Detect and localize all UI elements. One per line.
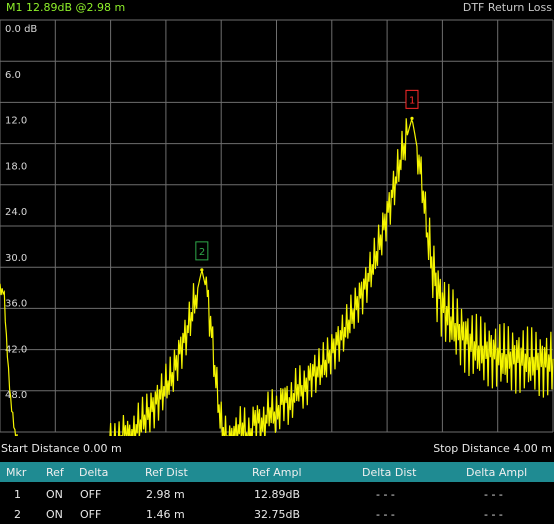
marker-2-point [200,268,204,272]
y-tick-label: 36.0 [5,299,27,310]
marker-1-label: 1 [409,95,415,106]
y-axis-tick-labels: 0.0 dB6.012.018.024.030.036.042.048.054.… [5,24,37,401]
row-ref-dist: 2.98 m [146,488,185,501]
row-delta-ampl: - - - [484,508,503,521]
row-delta[interactable]: OFF [80,488,101,501]
col-ref-ampl-header: Ref Ampl [252,466,302,479]
dtf-plot[interactable]: 0.0 dB6.012.018.024.030.036.042.048.054.… [0,0,554,436]
col-mkr-header: Mkr [6,466,27,479]
row-ref-dist: 1.46 m [146,508,185,521]
y-tick-label: 12.0 [5,116,27,127]
table-row[interactable]: 2 ON OFF 1.46 m 32.75dB - - - - - - [0,504,554,524]
plot-grid [0,19,554,433]
row-delta-dist: - - - [376,508,395,521]
col-ref-dist-header: Ref Dist [145,466,188,479]
table-row[interactable]: 1 ON OFF 2.98 m 12.89dB - - - - - - [0,484,554,504]
row-ref[interactable]: ON [46,508,63,521]
row-delta[interactable]: OFF [80,508,101,521]
row-mkr: 1 [14,488,21,501]
distance-row: Start Distance 0.00 m Stop Distance 4.00… [0,442,554,458]
marker-1-point [410,116,414,120]
col-ref-header: Ref [46,466,64,479]
col-delta-dist-header: Delta Dist [362,466,417,479]
y-tick-label: 42.0 [5,344,27,355]
y-tick-label: 30.0 [5,253,27,264]
start-distance[interactable]: Start Distance 0.00 m [1,442,122,455]
row-delta-dist: - - - [376,488,395,501]
row-mkr: 2 [14,508,21,521]
y-tick-label: 0.0 dB [5,24,37,35]
marker-table-header: Mkr Ref Delta Ref Dist Ref Ampl Delta Di… [0,462,554,482]
y-tick-label: 24.0 [5,207,27,218]
row-ref[interactable]: ON [46,488,63,501]
col-delta-header: Delta [79,466,109,479]
stop-distance[interactable]: Stop Distance 4.00 m [433,442,552,455]
y-tick-label: 48.0 [5,390,27,401]
row-delta-ampl: - - - [484,488,503,501]
marker-2-label: 2 [199,247,205,258]
row-ref-ampl: 32.75dB [254,508,301,521]
col-delta-ampl-header: Delta Ampl [466,466,528,479]
y-tick-label: 6.0 [5,70,21,81]
y-tick-label: 18.0 [5,161,27,172]
marker-layer: 12 [195,89,419,272]
row-ref-ampl: 12.89dB [254,488,301,501]
